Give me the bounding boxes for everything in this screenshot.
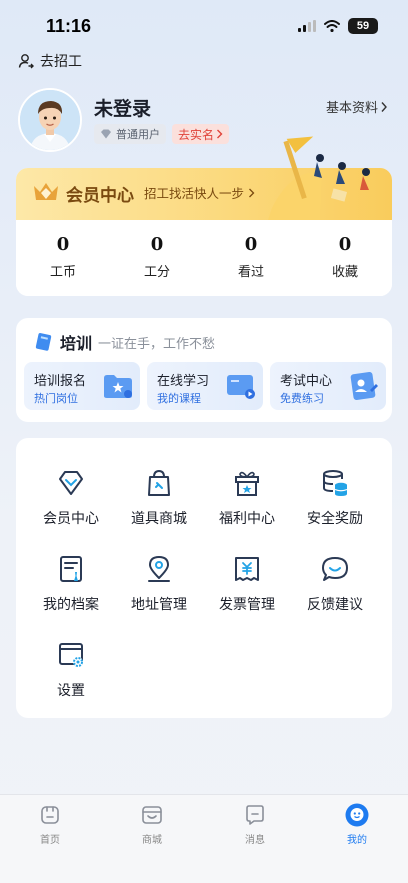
battery-icon: 59: [348, 18, 378, 34]
user-badges: 普通用户 去实名: [94, 124, 230, 144]
chevron-right-icon: [248, 188, 254, 198]
status-time: 11:16: [46, 16, 92, 36]
home-icon: [41, 806, 59, 824]
cellular-signal-icon: [298, 20, 316, 32]
stat-value: 0: [56, 234, 70, 255]
service-settings[interactable]: 设置: [26, 640, 116, 700]
crown-diamond-icon: [34, 183, 58, 200]
member-stats: 0 工币 0 工分 0 看过 0 收藏: [16, 220, 392, 296]
training-card-title: 在线学习: [157, 373, 210, 388]
service-label: 安全奖励: [307, 510, 363, 526]
service-label: 地址管理: [131, 596, 187, 612]
service-label: 会员中心: [43, 510, 99, 526]
training-header: 培训 一证在手，工作不愁: [34, 330, 215, 354]
service-props-mall[interactable]: 道具商城: [114, 468, 204, 528]
stat-label: 收藏: [331, 264, 358, 279]
stat-label: 看过: [237, 264, 264, 279]
stat-value: 0: [244, 234, 258, 255]
member-center-subtitle: 招工找活快人一步: [144, 183, 255, 202]
coin-stack-icon: [323, 470, 348, 496]
stat-points[interactable]: 0 工分: [110, 220, 204, 296]
training-card-subtitle: 热门岗位: [34, 393, 78, 405]
tab-label: 商城: [142, 835, 162, 846]
tab-label: 首页: [40, 835, 60, 846]
stat-value: 0: [150, 234, 164, 255]
training-card-title: 培训报名: [34, 373, 87, 388]
service-label: 福利中心: [219, 510, 275, 526]
avatar[interactable]: [18, 88, 82, 152]
service-label: 反馈建议: [307, 596, 363, 612]
verify-label: 去实名: [178, 127, 215, 142]
service-member-center[interactable]: 会员中心: [26, 468, 116, 528]
user-name: 未登录: [94, 99, 152, 120]
file-profile-icon: [60, 556, 82, 582]
user-type-label: 普通用户: [116, 129, 160, 141]
training-slogan: 一证在手，工作不愁: [98, 335, 216, 351]
training-card-subtitle: 免费练习: [280, 393, 324, 405]
tab-mall[interactable]: 商城: [112, 803, 192, 846]
chevron-right-icon: [217, 129, 223, 139]
feedback-chat-icon: [322, 557, 348, 581]
service-label: 我的档案: [43, 596, 99, 612]
diamond-badge-icon: [101, 129, 111, 139]
tab-label: 消息: [245, 835, 265, 846]
training-card-online[interactable]: 在线学习 我的课程: [147, 362, 263, 410]
diamond-icon: [59, 471, 83, 495]
go-recruit-label: 去招工: [40, 53, 82, 69]
verify-button[interactable]: 去实名: [172, 124, 230, 144]
services-grid: 会员中心 道具商城 福利中心 安全奖励 我的档案 地址管理 发票管理 反馈建议 …: [16, 438, 392, 718]
message-icon: [246, 805, 264, 825]
profile-icon: [345, 803, 369, 827]
basic-info-link[interactable]: 基本资料: [326, 97, 388, 116]
video-course-icon: [227, 375, 255, 399]
user-type-badge: 普通用户: [94, 124, 166, 144]
gift-icon: [235, 471, 259, 496]
service-my-profile[interactable]: 我的档案: [26, 554, 116, 614]
training-section: 培训 一证在手，工作不愁 培训报名 热门岗位 在线学习 我的课程 考试中心 免费…: [16, 318, 392, 422]
avatar-illustration: [20, 90, 80, 150]
stat-favorites[interactable]: 0 收藏: [298, 220, 392, 296]
status-icons: 59: [298, 18, 378, 34]
training-card-exam[interactable]: 考试中心 免费练习: [270, 362, 386, 410]
tab-label: 我的: [347, 835, 367, 846]
person-switch-icon: [18, 54, 34, 69]
training-card-enroll[interactable]: 培训报名 热门岗位: [24, 362, 140, 410]
service-welfare-center[interactable]: 福利中心: [202, 468, 292, 528]
service-label: 道具商城: [131, 510, 187, 526]
member-center-title: 会员中心: [66, 186, 134, 205]
bottom-tab-bar: 首页 商城 消息 我的: [0, 794, 408, 883]
wifi-icon: [324, 20, 340, 32]
training-cards: 培训报名 热门岗位 在线学习 我的课程 考试中心 免费练习: [24, 362, 386, 410]
training-title: 培训: [60, 336, 93, 353]
shopping-bag-icon: [148, 469, 170, 496]
service-invoice-management[interactable]: 发票管理: [202, 554, 292, 614]
exam-card-icon: [350, 371, 378, 401]
tab-home[interactable]: 首页: [10, 803, 90, 846]
service-safety-reward[interactable]: 安全奖励: [290, 468, 380, 528]
location-pin-icon: [148, 556, 170, 582]
training-card-title: 考试中心: [280, 373, 333, 388]
folder-star-icon: [104, 375, 132, 398]
service-label: 发票管理: [219, 596, 275, 612]
stat-coins[interactable]: 0 工币: [16, 220, 110, 296]
service-address-management[interactable]: 地址管理: [114, 554, 204, 614]
settings-window-icon: [59, 643, 83, 667]
stat-label: 工币: [49, 264, 76, 279]
store-icon: [142, 806, 162, 824]
service-label: 设置: [57, 682, 85, 698]
basic-info-label: 基本资料: [325, 100, 378, 115]
stat-viewed[interactable]: 0 看过: [204, 220, 298, 296]
stat-label: 工分: [143, 264, 170, 279]
invoice-icon: [235, 557, 259, 581]
tab-messages[interactable]: 消息: [215, 803, 295, 846]
training-card-subtitle: 我的课程: [157, 393, 201, 405]
status-bar: 11:16 59: [0, 0, 408, 50]
service-feedback[interactable]: 反馈建议: [290, 554, 380, 614]
tab-mine[interactable]: 我的: [317, 803, 397, 846]
running-workers-illustration: [268, 136, 370, 220]
go-recruit-link[interactable]: 去招工: [18, 50, 82, 72]
book-icon: [35, 333, 52, 351]
chevron-right-icon: [381, 101, 387, 112]
stat-value: 0: [338, 234, 352, 255]
